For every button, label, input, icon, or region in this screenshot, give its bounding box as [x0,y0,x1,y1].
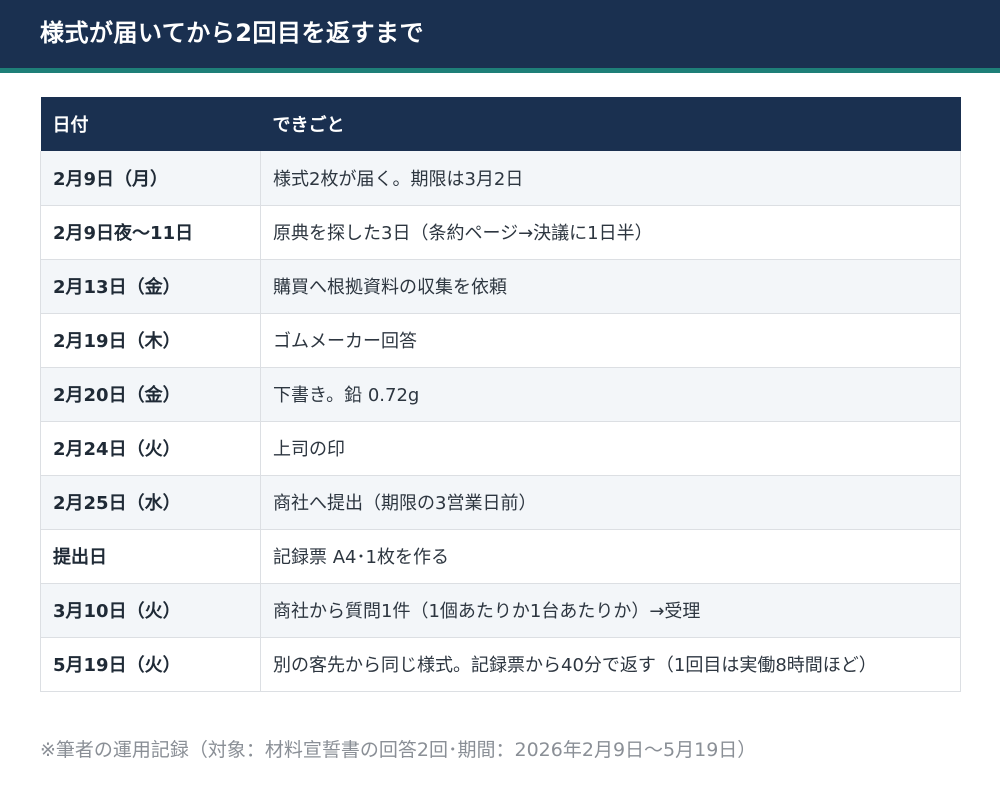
date-cell: 2月19日（木） [40,313,261,368]
table-row: 2月19日（木） ゴムメーカー回答 [40,313,961,368]
table-row: 2月9日夜〜11日 原典を探した3日（条約ページ→決議に1日半） [40,205,961,260]
footnote: ※筆者の運用記録（対象：材料宣誓書の回答2回･期間：2026年2月9日〜5月19… [40,739,757,761]
timeline-table: 日付 できごと 2月9日（月） 様式2枚が届く。期限は3月2日 2月9日夜〜11… [40,97,961,692]
action-cell: 商社から質問1件（1個あたりか1台あたりか）→受理 [260,583,961,638]
table-row: 3月10日（火） 商社から質問1件（1個あたりか1台あたりか）→受理 [40,583,961,638]
date-cell: 2月24日（火） [40,421,261,476]
date-cell: 2月20日（金） [40,367,261,422]
table-row: 2月24日（火） 上司の印 [40,421,961,476]
action-cell: ゴムメーカー回答 [260,313,961,368]
table-row: 5月19日（火） 別の客先から同じ様式。記録票から40分で返す（1回目は実働8時… [40,637,961,692]
table-row: 2月20日（金） 下書き。鉛 0.72g [40,367,961,422]
page-title: 様式が届いてから2回目を返すまで [40,19,424,47]
table-row: 2月25日（水） 商社へ提出（期限の3営業日前） [40,475,961,530]
date-cell: 2月9日夜〜11日 [40,205,261,260]
date-cell: 5月19日（火） [40,637,261,692]
action-cell: 別の客先から同じ様式。記録票から40分で返す（1回目は実働8時間ほど） [260,637,961,692]
date-cell: 2月13日（金） [40,259,261,314]
page-header: 様式が届いてから2回目を返すまで [0,0,1000,73]
action-cell: 上司の印 [260,421,961,476]
table-row: 2月9日（月） 様式2枚が届く。期限は3月2日 [40,151,961,206]
column-header-date: 日付 [40,97,261,151]
table-row: 提出日 記録票 A4･1枚を作る [40,529,961,584]
date-cell: 3月10日（火） [40,583,261,638]
column-header-action: できごと [260,97,961,151]
date-cell: 提出日 [40,529,261,584]
action-cell: 原典を探した3日（条約ページ→決議に1日半） [260,205,961,260]
table-header-row: 日付 できごと [40,97,961,151]
date-cell: 2月25日（水） [40,475,261,530]
date-cell: 2月9日（月） [40,151,261,206]
action-cell: 購買へ根拠資料の収集を依頼 [260,259,961,314]
action-cell: 下書き。鉛 0.72g [260,367,961,422]
table-row: 2月13日（金） 購買へ根拠資料の収集を依頼 [40,259,961,314]
action-cell: 商社へ提出（期限の3営業日前） [260,475,961,530]
action-cell: 記録票 A4･1枚を作る [260,529,961,584]
action-cell: 様式2枚が届く。期限は3月2日 [260,151,961,206]
